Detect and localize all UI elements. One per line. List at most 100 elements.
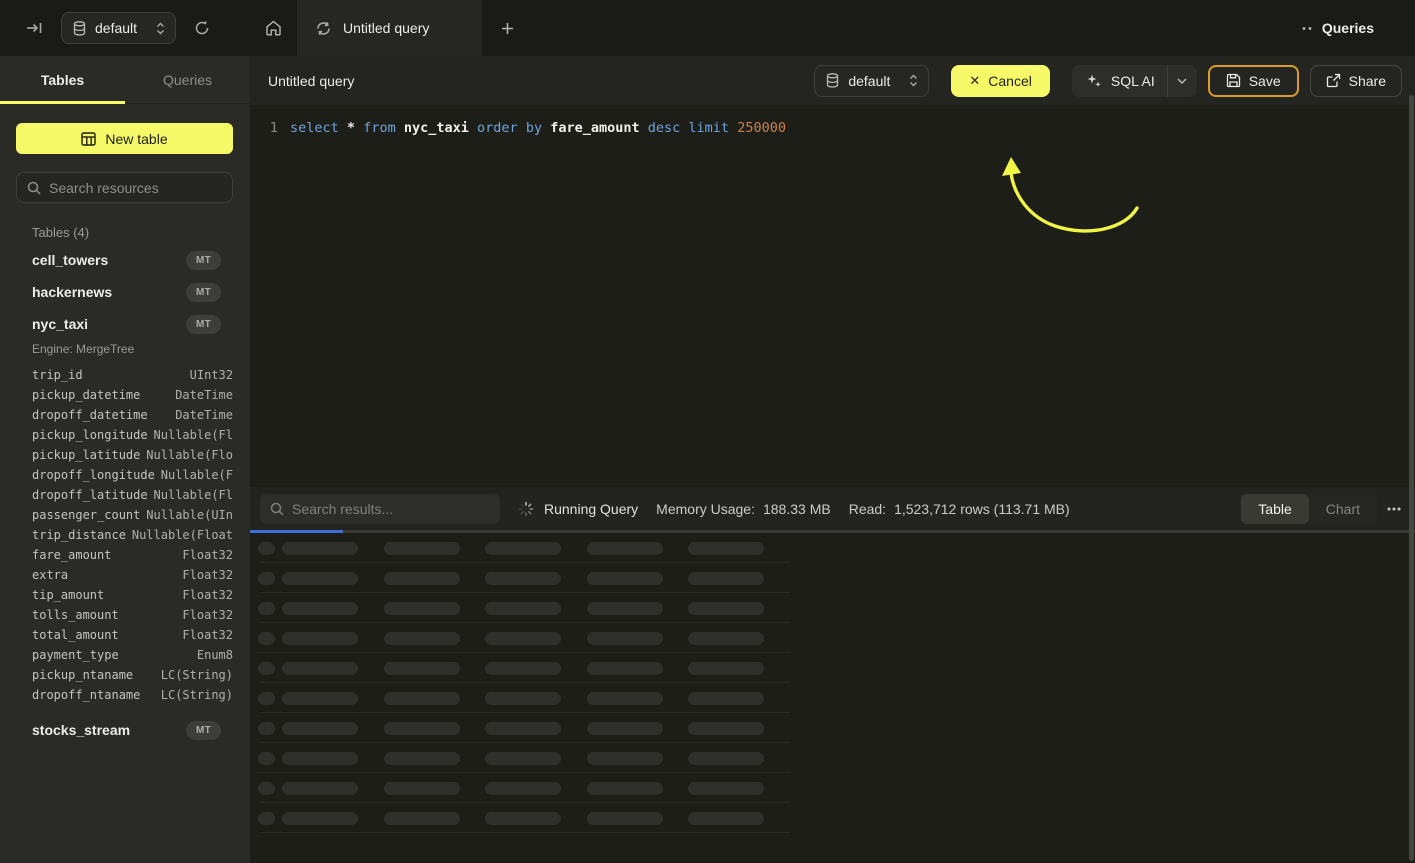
sql-ai-dropdown-button[interactable] bbox=[1167, 65, 1197, 97]
skeleton-cell bbox=[282, 662, 358, 675]
refresh-icon bbox=[194, 20, 210, 36]
column-row-dropoff_ntaname: dropoff_ntanameLC(String) bbox=[0, 685, 250, 705]
topbar-database-value: default bbox=[95, 20, 137, 36]
status-text: Running Query bbox=[544, 501, 638, 517]
chevron-down-icon bbox=[1177, 78, 1187, 84]
skeleton-cell bbox=[485, 632, 561, 645]
tab-strip: Untitled query bbox=[250, 0, 532, 56]
new-tab-button[interactable] bbox=[482, 0, 532, 56]
column-list: trip_idUInt32pickup_datetimeDateTimedrop… bbox=[0, 365, 250, 705]
skeleton-cell bbox=[282, 782, 358, 795]
home-tab-button[interactable] bbox=[250, 0, 297, 56]
save-disk-icon bbox=[1226, 73, 1241, 88]
skeleton-row bbox=[250, 743, 1415, 773]
sidebar-collapse-button[interactable] bbox=[22, 17, 47, 39]
skeleton-row bbox=[250, 593, 1415, 623]
skeleton-cell bbox=[384, 722, 460, 735]
column-type: Float32 bbox=[182, 545, 233, 565]
sidebar-search bbox=[16, 172, 233, 203]
skeleton-cell bbox=[587, 572, 663, 585]
refresh-button[interactable] bbox=[190, 16, 214, 40]
column-row-fare_amount: fare_amountFloat32 bbox=[0, 545, 250, 565]
column-type: Nullable(UIn bbox=[146, 505, 233, 525]
skeleton-cell bbox=[688, 782, 764, 795]
updown-chevron-icon bbox=[909, 74, 918, 87]
topbar-left: default bbox=[0, 0, 250, 56]
query-title: Untitled query bbox=[268, 73, 354, 89]
skeleton-cell bbox=[688, 692, 764, 705]
column-name: payment_type bbox=[32, 645, 119, 665]
sidebar-collapse-icon bbox=[26, 21, 43, 35]
topbar-right: Queries bbox=[1301, 0, 1415, 56]
skeleton-cell bbox=[688, 722, 764, 735]
sql-ai-button[interactable]: SQL AI bbox=[1072, 65, 1167, 97]
column-name: trip_distance bbox=[32, 525, 126, 545]
results-search bbox=[260, 494, 500, 524]
cancel-button[interactable]: ✕ Cancel bbox=[951, 65, 1050, 97]
annotation-arrow bbox=[985, 153, 1145, 238]
column-row-extra: extraFloat32 bbox=[0, 565, 250, 585]
sql-editor[interactable]: 1 select * from nyc_taxi order by fare_a… bbox=[250, 105, 1415, 487]
save-label: Save bbox=[1249, 73, 1281, 89]
query-actions: default ✕ Cancel bbox=[814, 65, 1415, 97]
sql-token-number: 250000 bbox=[737, 120, 786, 136]
save-button[interactable]: Save bbox=[1208, 65, 1299, 97]
new-table-label: New table bbox=[105, 131, 167, 147]
table-item-stocks_stream[interactable]: stocks_streamMT bbox=[0, 714, 250, 746]
toggle-chart-button[interactable]: Chart bbox=[1309, 494, 1377, 524]
more-options-button[interactable] bbox=[1387, 507, 1401, 511]
skeleton-cell bbox=[485, 662, 561, 675]
queries-link[interactable]: Queries bbox=[1301, 20, 1374, 36]
sql-ai-split-button: SQL AI bbox=[1072, 65, 1197, 97]
toggle-table-button[interactable]: Table bbox=[1241, 494, 1308, 524]
column-row-pickup_datetime: pickup_datetimeDateTime bbox=[0, 385, 250, 405]
skeleton-cell bbox=[384, 632, 460, 645]
tab-untitled-query[interactable]: Untitled query bbox=[297, 0, 482, 56]
column-row-passenger_count: passenger_count Nullable(UIn bbox=[0, 505, 250, 525]
skeleton-cell bbox=[485, 602, 561, 615]
skeleton-row bbox=[250, 623, 1415, 653]
table-item-nyc_taxi[interactable]: nyc_taxiMT bbox=[0, 308, 250, 340]
read-label: Read: bbox=[849, 501, 886, 517]
search-resources-input[interactable] bbox=[49, 180, 230, 196]
sql-ai-label: SQL AI bbox=[1111, 73, 1155, 89]
topbar-database-selector[interactable]: default bbox=[61, 12, 176, 44]
queries-link-label: Queries bbox=[1322, 20, 1374, 36]
column-type: UInt32 bbox=[190, 365, 233, 385]
vertical-scrollbar[interactable] bbox=[1409, 95, 1414, 861]
skeleton-cell bbox=[282, 722, 358, 735]
column-name: passenger_count bbox=[32, 505, 140, 525]
query-database-selector[interactable]: default bbox=[814, 65, 929, 97]
table-grid-icon bbox=[81, 132, 96, 146]
share-button[interactable]: Share bbox=[1310, 65, 1402, 97]
results-toolbar: Running Query Memory Usage: 188.33 MB Re… bbox=[250, 487, 1415, 530]
tables-list: cell_towersMThackernewsMTnyc_taxiMTEngin… bbox=[0, 244, 250, 746]
query-status: Running Query bbox=[518, 501, 638, 517]
skeleton-cell bbox=[282, 692, 358, 705]
column-row-payment_type: payment_typeEnum8 bbox=[0, 645, 250, 665]
column-row-pickup_longitude: pickup_longitudeNullable(Fl bbox=[0, 425, 250, 445]
skeleton-row bbox=[250, 683, 1415, 713]
skeleton-cell bbox=[485, 752, 561, 765]
query-header: Untitled query default ✕ bbox=[250, 56, 1415, 105]
results-loading-table bbox=[250, 533, 1415, 863]
sidebar-tab-queries[interactable]: Queries bbox=[125, 56, 250, 103]
query-database-value: default bbox=[848, 73, 890, 89]
sql-token-identifier: nyc_taxi bbox=[404, 120, 469, 136]
sidebar-tab-tables[interactable]: Tables bbox=[0, 56, 125, 103]
skeleton-cell bbox=[258, 782, 275, 795]
share-icon bbox=[1326, 73, 1341, 88]
column-type: Nullable(Float bbox=[132, 525, 233, 545]
search-results-input[interactable] bbox=[292, 501, 490, 517]
column-name: total_amount bbox=[32, 625, 119, 645]
skeleton-row bbox=[250, 803, 1415, 833]
skeleton-cell bbox=[485, 692, 561, 705]
table-item-cell_towers[interactable]: cell_towersMT bbox=[0, 244, 250, 276]
table-item-hackernews[interactable]: hackernewsMT bbox=[0, 276, 250, 308]
new-table-button[interactable]: New table bbox=[16, 123, 233, 154]
sql-token-plain bbox=[640, 120, 648, 136]
skeleton-cell bbox=[587, 812, 663, 825]
skeleton-cell bbox=[282, 632, 358, 645]
skeleton-cell bbox=[384, 572, 460, 585]
engine-badge: MT bbox=[186, 283, 221, 302]
